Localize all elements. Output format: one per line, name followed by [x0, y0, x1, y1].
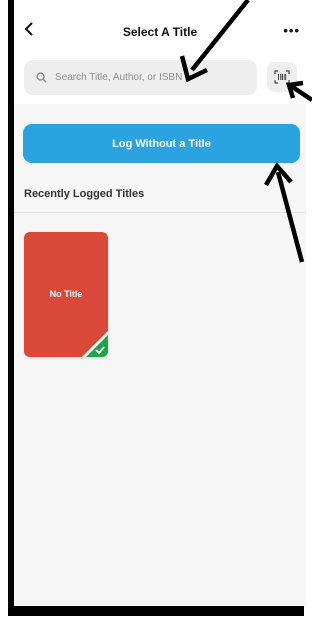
app-screen: Select A Title ••• Lo	[14, 0, 306, 606]
book-card-no-title[interactable]: No Title	[24, 232, 108, 357]
page-title: Select A Title	[122, 25, 198, 39]
search-input[interactable]	[53, 71, 247, 84]
divider	[14, 212, 306, 213]
barcode-scan-button[interactable]	[267, 62, 297, 92]
book-title-label: No Title	[49, 289, 83, 299]
barcode-scan-icon	[274, 70, 290, 84]
search-bar[interactable]	[24, 60, 257, 95]
recent-titles-heading: Recently Logged Titles	[24, 188, 145, 200]
header: Select A Title •••	[14, 0, 306, 104]
page: Select A Title ••• Lo	[0, 0, 312, 618]
log-without-title-button[interactable]: Log Without a Title	[23, 124, 300, 163]
search-icon	[36, 72, 47, 83]
selected-check-icon	[82, 331, 108, 357]
more-options-button[interactable]: •••	[283, 23, 300, 38]
